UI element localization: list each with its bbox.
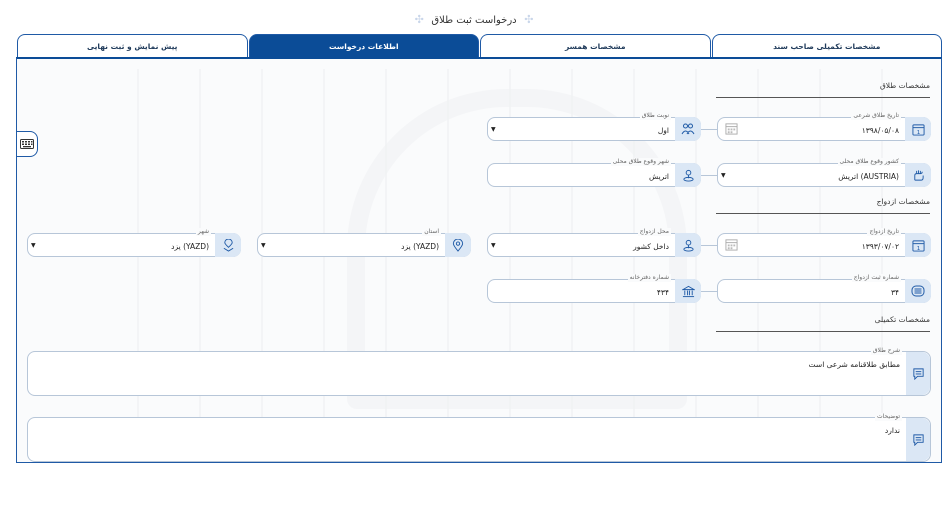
tab-request-info[interactable]: اطلاعات درخواست: [248, 34, 479, 58]
field-value: اتریش: [649, 172, 669, 181]
field-label: شهر وقوع طلاق محلی: [610, 158, 671, 166]
section-title-extra: مشخصات تکمیلی: [874, 315, 930, 324]
field-label: استان: [422, 228, 441, 236]
field-connector: [701, 291, 717, 292]
svg-text:1: 1: [916, 130, 920, 136]
id-card-icon: [905, 279, 931, 303]
tab-owner-details[interactable]: مشخصات تکمیلی صاحب سند: [711, 34, 942, 58]
bank-building-icon: [675, 279, 701, 303]
person-pin-icon: [675, 233, 701, 257]
marriage-date-field[interactable]: تاریخ ازدواج ۱۳۹۳/۰۷/۰۲ 1: [717, 228, 931, 257]
field-label: نوبت طلاق: [639, 112, 671, 120]
caret-down-icon[interactable]: ▼: [491, 242, 496, 249]
divorce-turn-select[interactable]: نوبت طلاق اول ▼: [487, 112, 701, 141]
form-panel: مشخصات طلاق تاریخ طلاق شرعی ۱۳۹۸/۰۵/۰۸ 1…: [16, 57, 942, 463]
field-value: ۴۳۴: [656, 288, 669, 297]
svg-text:1: 1: [916, 246, 920, 252]
field-connector: [701, 129, 717, 130]
field-connector: [701, 175, 717, 176]
location-pin-icon: [445, 233, 471, 257]
page-title: درخواست ثبت طلاق: [431, 15, 517, 26]
person-pin-icon: [675, 163, 701, 187]
field-value: داخل کشور: [633, 242, 669, 251]
field-label: شماره دفترخانه: [627, 274, 671, 282]
keyboard-icon[interactable]: [17, 131, 38, 157]
divorce-date-field[interactable]: تاریخ طلاق شرعی ۱۳۹۸/۰۵/۰۸ 1: [717, 112, 931, 141]
divorce-description-textarea[interactable]: شرح طلاق مطابق طلاقنامه شرعی است: [27, 347, 931, 396]
notes-textarea[interactable]: توضیحات ندارد: [27, 413, 931, 462]
message-icon: [906, 352, 930, 395]
field-value: مطابق طلاقنامه شرعی است: [808, 360, 900, 369]
section-title-divorce: مشخصات طلاق: [879, 81, 930, 90]
office-number-field[interactable]: شماره دفترخانه ۴۳۴: [487, 274, 701, 303]
message-icon: [906, 418, 930, 461]
field-label: تاریخ طلاق شرعی: [851, 112, 901, 120]
field-value: ۳۴: [890, 288, 899, 297]
field-label: کشور وقوع طلاق محلی: [837, 158, 901, 166]
caret-down-icon[interactable]: ▼: [491, 126, 496, 133]
map-marker-icon: [215, 233, 241, 257]
marriage-reg-number-field[interactable]: شماره ثبت ازدواج ۳۴: [717, 274, 931, 303]
field-label: شماره ثبت ازدواج: [851, 274, 901, 282]
calendar-icon: 1: [905, 233, 931, 257]
section-divider: [716, 331, 930, 332]
divorce-city-field[interactable]: شهر وقوع طلاق محلی اتریش: [487, 158, 701, 187]
calendar-icon: 1: [905, 117, 931, 141]
divorce-country-select[interactable]: کشور وقوع طلاق محلی اتریش (AUSTRIA) ▼: [717, 158, 931, 187]
province-select[interactable]: استان یزد (YAZD) ▼: [257, 228, 471, 257]
field-label: محل ازدواج: [637, 228, 671, 236]
field-value: اول: [657, 126, 669, 135]
field-value: اتریش (AUSTRIA): [838, 172, 899, 181]
tab-spouse-details[interactable]: مشخصات همسر: [480, 34, 711, 58]
marriage-place-select[interactable]: محل ازدواج داخل کشور ▼: [487, 228, 701, 257]
caret-down-icon[interactable]: ▼: [721, 172, 726, 179]
field-label: شرح طلاق: [870, 347, 902, 355]
city-select[interactable]: شهر یزد (YAZD) ▼: [27, 228, 241, 257]
field-value: ۱۳۹۸/۰۵/۰۸: [861, 126, 899, 135]
field-value: یزد (YAZD): [171, 242, 209, 251]
tab-preview-submit[interactable]: پیش نمایش و ثبت نهایی: [17, 34, 248, 58]
snowflake-icon: ✣: [524, 13, 534, 26]
map-hand-icon: [905, 163, 931, 187]
field-label: توضیحات: [874, 413, 902, 421]
caret-down-icon[interactable]: ▼: [261, 242, 266, 249]
section-title-marriage: مشخصات ازدواج: [876, 197, 930, 206]
page-title-bar: ✣ درخواست ثبت طلاق ✣: [0, 10, 948, 32]
tab-bar: مشخصات تکمیلی صاحب سند مشخصات همسر اطلاع…: [16, 34, 942, 58]
section-divider: [716, 97, 930, 98]
field-label: شهر: [195, 228, 211, 236]
field-connector: [701, 245, 717, 246]
field-value: ۱۳۹۳/۰۷/۰۲: [861, 242, 899, 251]
couple-icon: [675, 117, 701, 141]
field-value: یزد (YAZD): [401, 242, 439, 251]
section-divider: [716, 213, 930, 214]
field-label: تاریخ ازدواج: [867, 228, 901, 236]
field-value: ندارد: [884, 426, 900, 435]
calendar-icon[interactable]: [725, 238, 738, 251]
caret-down-icon[interactable]: ▼: [31, 242, 36, 249]
snowflake-icon: ✣: [414, 13, 424, 26]
calendar-icon[interactable]: [725, 122, 738, 135]
